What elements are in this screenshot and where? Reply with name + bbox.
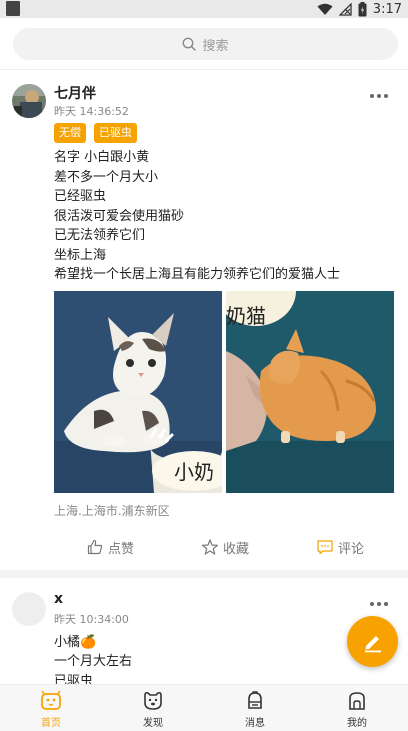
tag-list: 无偿 已驱虫 — [54, 123, 394, 143]
tab-label: 首页 — [41, 718, 61, 729]
search-area: 搜索 — [0, 18, 408, 70]
tab-label: 发现 — [143, 718, 163, 729]
search-placeholder: 搜索 — [202, 38, 229, 54]
post-line: 已驱虫 — [54, 673, 94, 685]
post-time: 昨天 14:36:52 — [54, 105, 129, 118]
post-card[interactable]: x 昨天 10:34:00 小橘🍊 一个月大左右 已驱虫 — [0, 578, 408, 685]
search-icon — [183, 37, 197, 51]
battery-icon — [358, 1, 367, 16]
status-badge: 已驱虫 — [94, 123, 137, 143]
cat-photo[interactable]: 奶猫 — [226, 290, 394, 493]
star-icon — [202, 539, 218, 555]
photo-grid: 小奶 奶猫 — [54, 290, 394, 493]
username[interactable]: 七月伴 — [54, 70, 394, 103]
tab-messages[interactable]: 消息 — [204, 685, 306, 731]
notification-icon — [6, 1, 20, 16]
post-line: 坐标上海 — [54, 247, 107, 263]
location: 上海.上海市.浦东新区 — [54, 503, 170, 518]
post-time: 昨天 10:34:00 — [54, 612, 129, 626]
feed[interactable]: 七月伴 昨天 14:36:52 无偿 已驱虫 名字 小白跟小黄 差不多一个月大小… — [0, 70, 408, 684]
tab-label: 我的 — [347, 718, 367, 729]
status-bar: 3:17 — [0, 0, 408, 18]
post-line: 小橘🍊 — [54, 634, 97, 650]
post-line: 一个月大左右 — [54, 654, 133, 669]
post-body: 小橘🍊 一个月大左右 已驱虫 — [54, 633, 394, 685]
more-options-icon[interactable] — [370, 94, 388, 98]
post-line: 差不多一个月大小 — [54, 169, 159, 185]
status-badge: 无偿 — [54, 123, 86, 143]
divider — [0, 569, 408, 578]
post-actions: 点赞 收藏 评论 — [0, 526, 408, 566]
thumbs-up-icon — [87, 539, 103, 555]
avatar[interactable] — [12, 591, 46, 626]
username[interactable]: x — [54, 578, 394, 611]
tab-discover[interactable]: 发现 — [102, 685, 204, 731]
photo-caption: 小奶 — [174, 460, 214, 484]
tab-home[interactable]: 首页 — [0, 685, 102, 731]
comment-button[interactable]: 评论 — [317, 538, 364, 557]
pencil-icon — [364, 635, 381, 652]
search-input[interactable]: 搜索 — [13, 28, 398, 60]
like-label: 点赞 — [108, 541, 135, 557]
post-card[interactable]: 七月伴 昨天 14:36:52 无偿 已驱虫 名字 小白跟小黄 差不多一个月大小… — [0, 70, 408, 566]
post-line: 希望找一个长居上海且有能力领养它们的爱猫人士 — [54, 267, 341, 282]
photo-caption: 奶猫 — [226, 304, 266, 328]
profile-icon — [349, 692, 365, 710]
compose-button[interactable] — [347, 616, 398, 667]
comment-label: 评论 — [338, 541, 365, 557]
more-options-icon[interactable] — [370, 601, 388, 606]
wifi-icon — [317, 3, 333, 15]
comment-icon — [317, 540, 333, 555]
post-line: 很活泼可爱会使用猫砂 — [54, 208, 185, 224]
cat-photo[interactable]: 小奶 — [54, 290, 222, 493]
home-icon — [41, 691, 61, 710]
message-icon — [248, 691, 262, 709]
tab-profile[interactable]: 我的 — [306, 685, 408, 731]
bottom-tab-bar: 首页 发现 消息 我的 — [0, 684, 408, 731]
status-icons: 3:17 — [317, 1, 402, 17]
collect-label: 收藏 — [223, 541, 250, 557]
discover-icon — [144, 691, 162, 710]
post-line: 已无法领养它们 — [54, 228, 146, 243]
like-button[interactable]: 点赞 — [87, 538, 134, 557]
no-signal-icon — [338, 2, 352, 16]
clock: 3:17 — [372, 1, 402, 17]
post-line: 已经驱虫 — [54, 189, 107, 204]
collect-button[interactable]: 收藏 — [202, 538, 249, 557]
avatar[interactable] — [12, 84, 46, 118]
post-line: 名字 小白跟小黄 — [54, 150, 150, 165]
tab-label: 消息 — [245, 718, 265, 729]
post-body: 名字 小白跟小黄 差不多一个月大小 已经驱虫 很活泼可爱会使用猫砂 已无法领养它… — [54, 148, 394, 285]
